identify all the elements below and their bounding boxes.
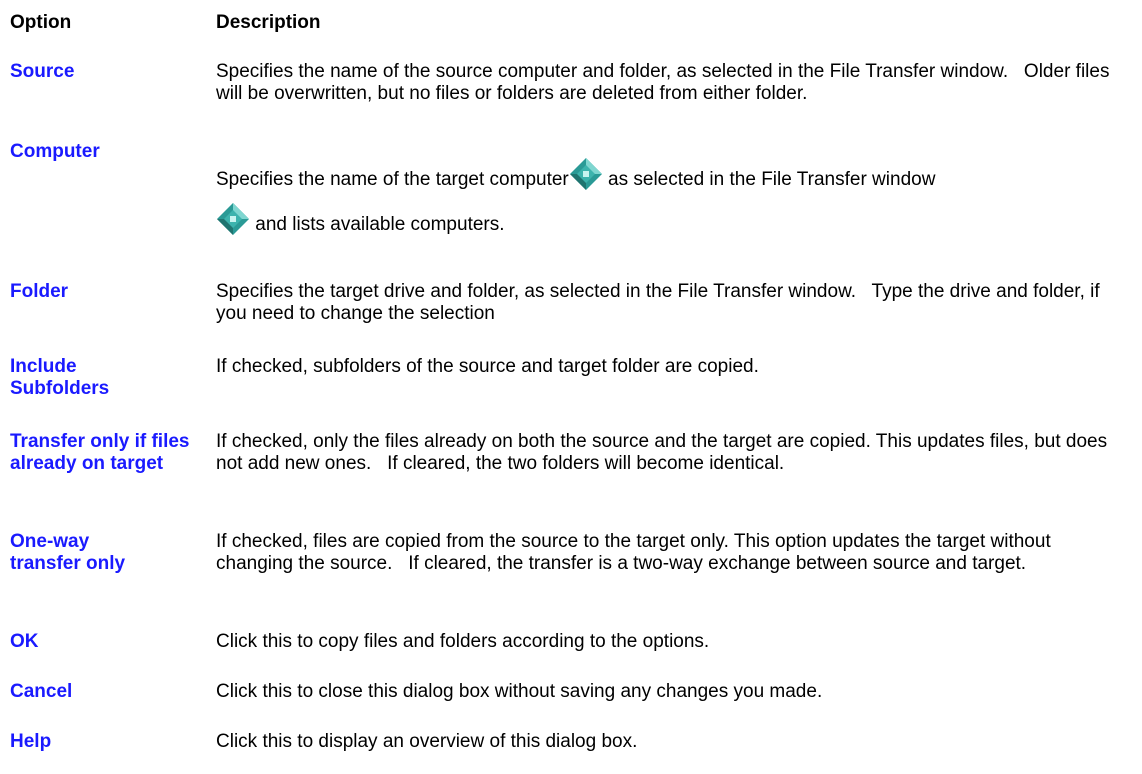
diamond-gem-icon[interactable] (216, 202, 250, 236)
table-header: Option Description (10, 12, 321, 34)
description-ok: Click this to copy files and folders acc… (216, 631, 710, 652)
description-one-way-transfer: If checked, files are copied from the so… (216, 531, 1051, 574)
term-computer-link[interactable]: Computer (10, 141, 200, 163)
diamond-gem-icon[interactable] (569, 157, 603, 191)
description-computer-part3: and lists available computers. (250, 214, 505, 235)
description-help: Click this to display an overview of thi… (216, 731, 638, 752)
help-page: Option Description Source Specifies the … (0, 0, 1142, 774)
description-computer: Specifies the name of the target compute… (216, 157, 1132, 247)
term-cancel-link[interactable]: Cancel (10, 681, 200, 703)
term-ok-link[interactable]: OK (10, 631, 200, 653)
term-source-link[interactable]: Source (10, 61, 200, 83)
description-transfer-only: If checked, only the files already on bo… (216, 431, 1108, 474)
term-include-subfolders-link[interactable]: Include Subfolders (10, 356, 140, 400)
option-column-header: Option (10, 12, 72, 33)
description-computer-part1: Specifies the name of the target compute… (216, 169, 569, 190)
description-folder: Specifies the target drive and folder, a… (216, 281, 1100, 324)
description-source: Specifies the name of the source compute… (216, 61, 1110, 104)
description-include-subfolders: If checked, subfolders of the source and… (216, 356, 759, 377)
term-one-way-transfer-link[interactable]: One-way transfer only (10, 531, 160, 575)
description-computer-part2: as selected in the File Transfer window (602, 169, 936, 190)
description-cancel: Click this to close this dialog box with… (216, 681, 823, 702)
term-transfer-only-link[interactable]: Transfer only if files already on target (10, 431, 190, 475)
description-column-header: Description (216, 12, 321, 33)
term-help-link[interactable]: Help (10, 731, 200, 753)
term-folder-link[interactable]: Folder (10, 281, 200, 303)
